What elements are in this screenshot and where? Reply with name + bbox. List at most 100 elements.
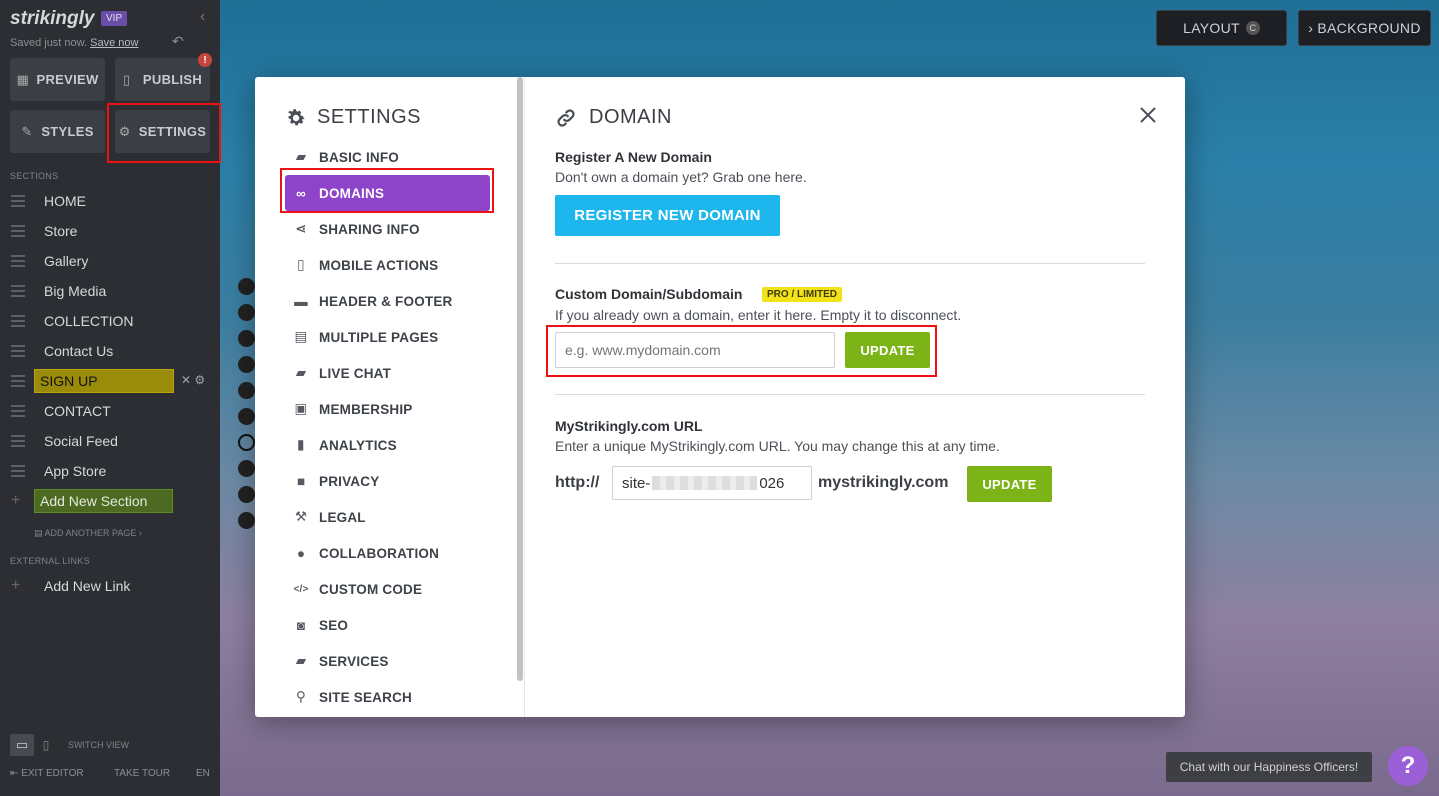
gavel-icon: ⚒ [294,509,308,524]
section-dot[interactable] [238,408,255,425]
take-tour-link[interactable]: TAKE TOUR [114,768,170,779]
register-new-domain-button[interactable]: REGISTER NEW DOMAIN [555,195,780,236]
custom-domain-highlight-box [546,325,937,377]
save-now-link[interactable]: Save now [90,37,138,49]
menu-item-mobile-actions[interactable]: ▯ MOBILE ACTIONS [285,247,490,283]
drag-handle-icon[interactable] [11,285,25,297]
section-dots [238,278,255,538]
settings-nav-scrollbar[interactable] [517,77,523,681]
menu-item-analytics[interactable]: ▮ ANALYTICS [285,427,490,463]
url-suffix: mystrikingly.com [818,474,949,491]
menu-item-header-footer[interactable]: ▬ HEADER & FOOTER [285,283,490,319]
brush-icon: ✎ [21,123,33,139]
mystrikingly-url-input[interactable]: site- 026 [612,466,812,500]
close-icon[interactable] [1138,105,1158,125]
settings-nav: SETTINGS ▰ BASIC INFO ∞ DOMAINS ⋖ SHARING I… [255,77,525,717]
menu-item-live-chat[interactable]: ▰ LIVE CHAT [285,355,490,391]
menu-item-legal[interactable]: ⚒ LEGAL [285,499,490,535]
drag-handle-icon[interactable] [11,315,25,327]
menu-label: MOBILE ACTIONS [319,257,439,273]
drag-handle-icon[interactable] [11,405,25,417]
section-dot-current[interactable] [238,434,255,451]
language-selector[interactable]: EN [196,768,210,779]
add-new-section-button[interactable]: + Add New Section [0,486,220,516]
section-label: Gallery [44,253,89,269]
chat-tooltip[interactable]: Chat with our Happiness Officers! [1166,752,1372,782]
url-value-start: site- [622,474,651,492]
add-new-link-button[interactable]: + Add New Link [0,571,220,601]
drag-handle-icon[interactable] [11,225,25,237]
menu-item-custom-code[interactable]: </> CUSTOM CODE [285,571,490,607]
publish-icon: ▯ [122,71,131,87]
section-item[interactable]: HOME [0,186,220,216]
drag-handle-icon[interactable] [11,255,25,267]
drag-handle-icon[interactable] [11,375,25,387]
collapse-sidebar-icon[interactable]: ‹ [200,8,205,26]
settings-modal: SETTINGS ▰ BASIC INFO ∞ DOMAINS ⋖ SHARING I… [255,77,1185,717]
section-label: Contact Us [44,343,114,359]
id-card-icon: ▣ [294,401,308,416]
mystrikingly-update-button[interactable]: UPDATE [967,466,1052,502]
settings-highlight-box [107,103,221,163]
section-dot[interactable] [238,278,255,295]
desktop-view-icon[interactable]: ▭ [10,734,34,756]
menu-item-services[interactable]: ▰ SERVICES [285,643,490,679]
section-dot[interactable] [238,382,255,399]
section-item[interactable]: Gallery [0,246,220,276]
drag-handle-icon[interactable] [11,345,25,357]
section-label: Store [44,223,78,239]
settings-title: SETTINGS [285,106,421,129]
menu-item-site-search[interactable]: ⚲ SITE SEARCH [285,679,490,715]
undo-icon[interactable]: ↶ [172,33,184,50]
domains-highlight-box [280,168,494,213]
help-icon[interactable]: ? [1388,746,1428,786]
add-another-page-link[interactable]: ▤ ADD ANOTHER PAGE › [34,528,142,539]
exit-editor-link[interactable]: ⇤ EXIT EDITOR [10,768,84,779]
section-dot[interactable] [238,486,255,503]
header-footer-icon: ▬ [294,293,308,309]
settings-menu: ▰ BASIC INFO ∞ DOMAINS ⋖ SHARING INFO ▯ MOBI… [285,139,490,715]
section-item[interactable]: COLLECTION [0,306,220,336]
divider [555,394,1145,395]
section-dot[interactable] [238,356,255,373]
section-item[interactable]: Social Feed [0,426,220,456]
menu-item-sharing-info[interactable]: ⋖ SHARING INFO [285,211,490,247]
exit-editor-label: EXIT EDITOR [21,768,84,779]
custom-domain-heading: Custom Domain/Subdomain [555,286,743,302]
menu-item-multiple-pages[interactable]: ▤ MULTIPLE PAGES [285,319,490,355]
switch-view-label: SWITCH VIEW [68,740,129,750]
delete-icon[interactable]: ✕ [181,373,191,387]
drag-handle-icon[interactable] [11,435,25,447]
section-dot[interactable] [238,304,255,321]
mobile-view-icon[interactable]: ▯ [38,734,54,756]
section-item[interactable]: Big Media [0,276,220,306]
gear-icon[interactable]: ⚙ [194,373,205,387]
mystrikingly-text: Enter a unique MyStrikingly.com URL. You… [555,438,1000,454]
lock-icon: ■ [296,473,306,489]
preview-button[interactable]: ▦ PREVIEW [10,58,105,101]
publish-button[interactable]: ▯ PUBLISH [115,58,210,101]
section-dot[interactable] [238,512,255,529]
section-item[interactable]: App Store [0,456,220,486]
section-item[interactable]: Contact Us [0,336,220,366]
styles-button[interactable]: ✎ STYLES [10,110,105,153]
search-icon: ⚲ [295,689,307,704]
menu-item-collaboration[interactable]: ● COLLABORATION [285,535,490,571]
custom-domain-text: If you already own a domain, enter it he… [555,307,962,323]
section-dot[interactable] [238,460,255,477]
menu-item-privacy[interactable]: ■ PRIVACY [285,463,490,499]
background-button[interactable]: › BACKGROUND [1298,10,1431,46]
folder-icon: ▰ [295,653,307,668]
sections-heading: SECTIONS [10,171,59,181]
drag-handle-icon[interactable] [11,465,25,477]
section-item[interactable]: CONTACT [0,396,220,426]
divider [555,263,1145,264]
menu-item-membership[interactable]: ▣ MEMBERSHIP [285,391,490,427]
menu-item-seo[interactable]: ◙ SEO [285,607,490,643]
menu-label: SITE SEARCH [319,689,412,705]
chat-icon: ▰ [295,365,307,380]
section-item[interactable]: Store [0,216,220,246]
layout-button[interactable]: LAYOUT C [1156,10,1287,46]
drag-handle-icon[interactable] [11,195,25,207]
section-dot[interactable] [238,330,255,347]
